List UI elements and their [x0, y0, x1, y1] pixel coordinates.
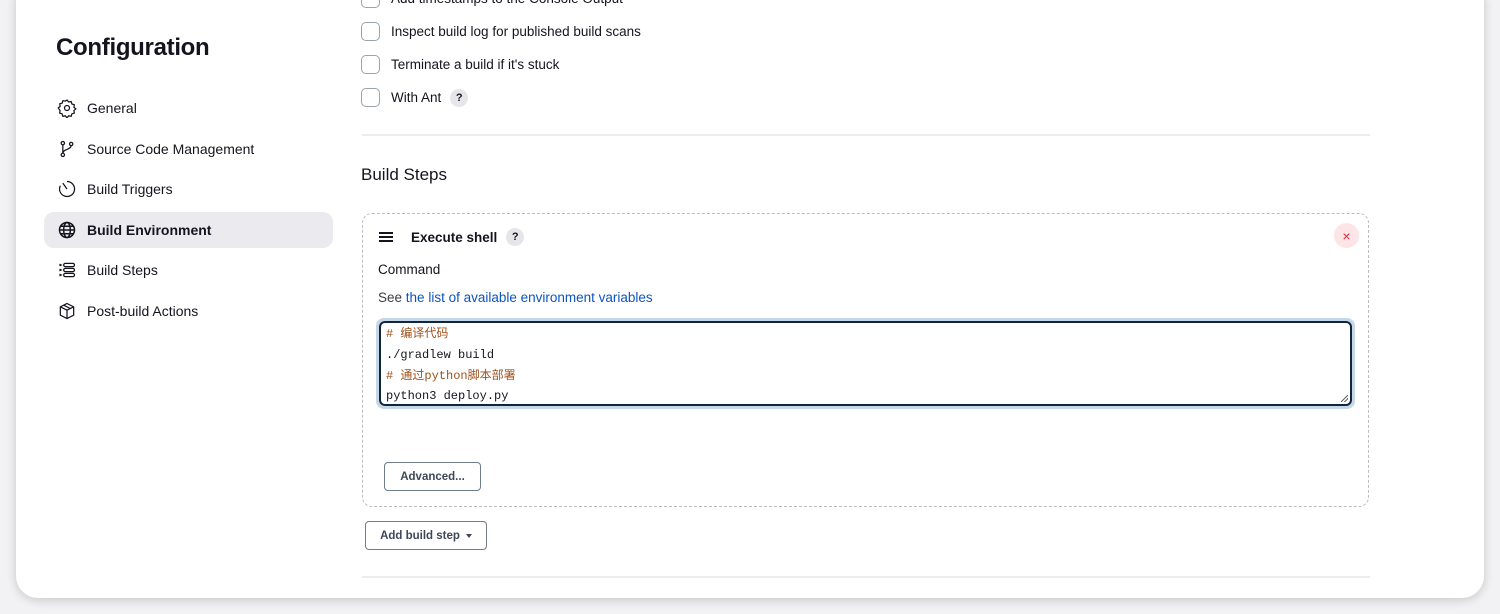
env-vars-link[interactable]: the list of available environment variab… [406, 290, 653, 305]
code-line: # 编译代码 [386, 327, 449, 341]
code-line: python3 deploy.py [386, 389, 509, 404]
env-vars-hint: See the list of available environment va… [378, 290, 653, 305]
add-build-step-button[interactable]: Add build step [365, 521, 487, 550]
package-icon [57, 301, 77, 321]
checkbox[interactable] [361, 0, 380, 8]
option-label: Inspect build log for published build sc… [391, 24, 641, 39]
sidebar-item-build-environment[interactable]: Build Environment [44, 211, 333, 248]
close-icon: × [1342, 227, 1351, 244]
option-label: With Ant [391, 90, 442, 105]
section-divider [362, 134, 1370, 136]
add-build-step-label: Add build step [380, 529, 460, 542]
sidebar-item-label: Build Triggers [87, 181, 173, 197]
sidebar-item-build-steps[interactable]: Build Steps [44, 252, 333, 288]
drag-handle-icon[interactable] [379, 232, 393, 242]
checkbox[interactable] [361, 22, 380, 41]
caret-down-icon [465, 533, 472, 538]
advanced-button[interactable]: Advanced... [384, 462, 481, 491]
checkbox[interactable] [361, 55, 380, 74]
sidebar-nav: General Source Code Management Build Tri… [44, 90, 333, 333]
configuration-panel: Configuration General Source Code Manage… [16, 0, 1484, 598]
section-divider [362, 576, 1370, 578]
help-icon[interactable]: ? [506, 228, 525, 246]
checkbox[interactable] [361, 88, 380, 107]
sidebar-item-post-build-actions[interactable]: Post-build Actions [44, 293, 333, 329]
sidebar-item-label: General [87, 100, 137, 116]
timer-icon [57, 179, 77, 199]
code-line: # 通过python脚本部署 [386, 368, 516, 383]
git-branch-icon [57, 139, 77, 159]
page-title: Configuration [56, 34, 210, 61]
option-inspect-build-log[interactable]: Inspect build log for published build sc… [361, 22, 641, 41]
command-textarea[interactable]: # 编译代码 ./gradlew build # 通过python脚本部署 py… [379, 321, 1352, 406]
option-label: Terminate a build if it's stuck [391, 57, 560, 72]
sidebar-item-source-code-management[interactable]: Source Code Management [44, 131, 333, 167]
list-icon [57, 260, 77, 280]
execute-shell-step: Execute shell ? × Command See the list o… [362, 213, 1369, 507]
option-label: Add timestamps to the Console Output [391, 0, 623, 6]
step-header: Execute shell ? [379, 228, 525, 246]
globe-icon [57, 220, 77, 240]
sidebar-item-general[interactable]: General [44, 90, 333, 126]
see-prefix: See [378, 290, 403, 305]
step-title: Execute shell [411, 229, 498, 245]
remove-step-button[interactable]: × [1334, 223, 1359, 248]
option-terminate-stuck-build[interactable]: Terminate a build if it's stuck [361, 55, 559, 74]
command-textarea-focus-ring: # 编译代码 ./gradlew build # 通过python脚本部署 py… [376, 318, 1355, 409]
sidebar-item-label: Source Code Management [87, 140, 255, 157]
command-label: Command [378, 262, 441, 277]
sidebar-item-build-triggers[interactable]: Build Triggers [44, 171, 333, 207]
code-line: ./gradlew build [386, 347, 495, 362]
help-icon[interactable]: ? [450, 88, 469, 107]
sidebar-item-label: Build Steps [87, 262, 158, 278]
resize-handle-icon[interactable] [1341, 395, 1348, 402]
sidebar-item-label: Build Environment [87, 221, 212, 238]
gear-icon [57, 98, 77, 118]
build-steps-heading: Build Steps [361, 165, 447, 184]
option-with-ant[interactable]: With Ant ? [361, 88, 469, 107]
sidebar-item-label: Post-build Actions [87, 302, 199, 319]
option-add-timestamps[interactable]: Add timestamps to the Console Output [361, 0, 623, 8]
